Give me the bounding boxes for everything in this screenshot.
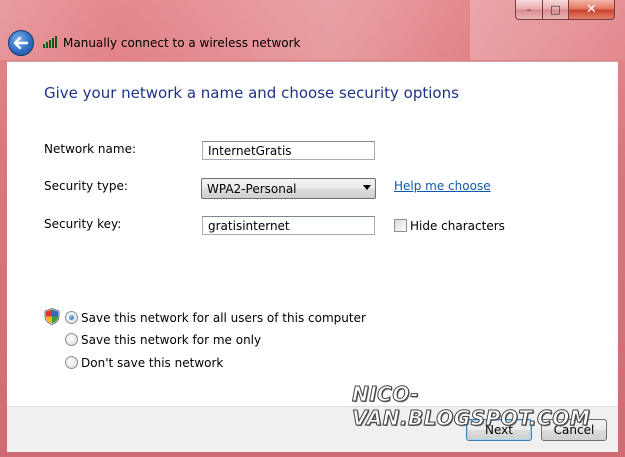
security-type-select[interactable]: WPA2-Personal xyxy=(201,178,376,199)
chevron-down-icon xyxy=(363,185,371,190)
page-heading: Give your network a name and choose secu… xyxy=(44,84,459,102)
save-all-users-radio[interactable] xyxy=(65,311,78,324)
minimize-button[interactable]: – xyxy=(515,0,543,20)
security-key-label: Security key: xyxy=(44,217,122,231)
help-me-choose-link[interactable]: Help me choose xyxy=(394,179,491,193)
network-name-label: Network name: xyxy=(44,142,136,156)
security-type-label: Security type: xyxy=(44,179,128,193)
dont-save-label: Don't save this network xyxy=(81,356,224,370)
close-icon: ✕ xyxy=(586,2,597,17)
back-button[interactable] xyxy=(8,30,34,56)
security-key-input[interactable]: gratisinternet xyxy=(202,216,375,235)
save-all-users-label: Save this network for all users of this … xyxy=(81,311,366,325)
watermark-text: NICO-VAN.BLOGSPOT.COM xyxy=(352,382,591,431)
close-button[interactable]: ✕ xyxy=(569,0,615,20)
minimize-icon: – xyxy=(526,3,532,16)
hide-characters-label: Hide characters xyxy=(410,219,505,233)
window-title: Manually connect to a wireless network xyxy=(63,36,301,50)
hide-characters-checkbox[interactable] xyxy=(394,219,407,232)
caption-buttons: – □ ✕ xyxy=(515,0,615,20)
main-content: Give your network a name and choose secu… xyxy=(7,61,618,407)
wireless-signal-icon xyxy=(43,36,59,48)
save-me-only-radio[interactable] xyxy=(65,333,78,346)
uac-shield-icon xyxy=(44,308,60,325)
dont-save-radio[interactable] xyxy=(65,356,78,369)
maximize-icon: □ xyxy=(550,3,561,16)
network-name-input[interactable]: InternetGratis xyxy=(202,141,375,160)
back-arrow-icon xyxy=(14,37,28,49)
save-me-only-label: Save this network for me only xyxy=(81,333,262,347)
maximize-button[interactable]: □ xyxy=(543,0,569,20)
security-type-value: WPA2-Personal xyxy=(207,182,297,196)
